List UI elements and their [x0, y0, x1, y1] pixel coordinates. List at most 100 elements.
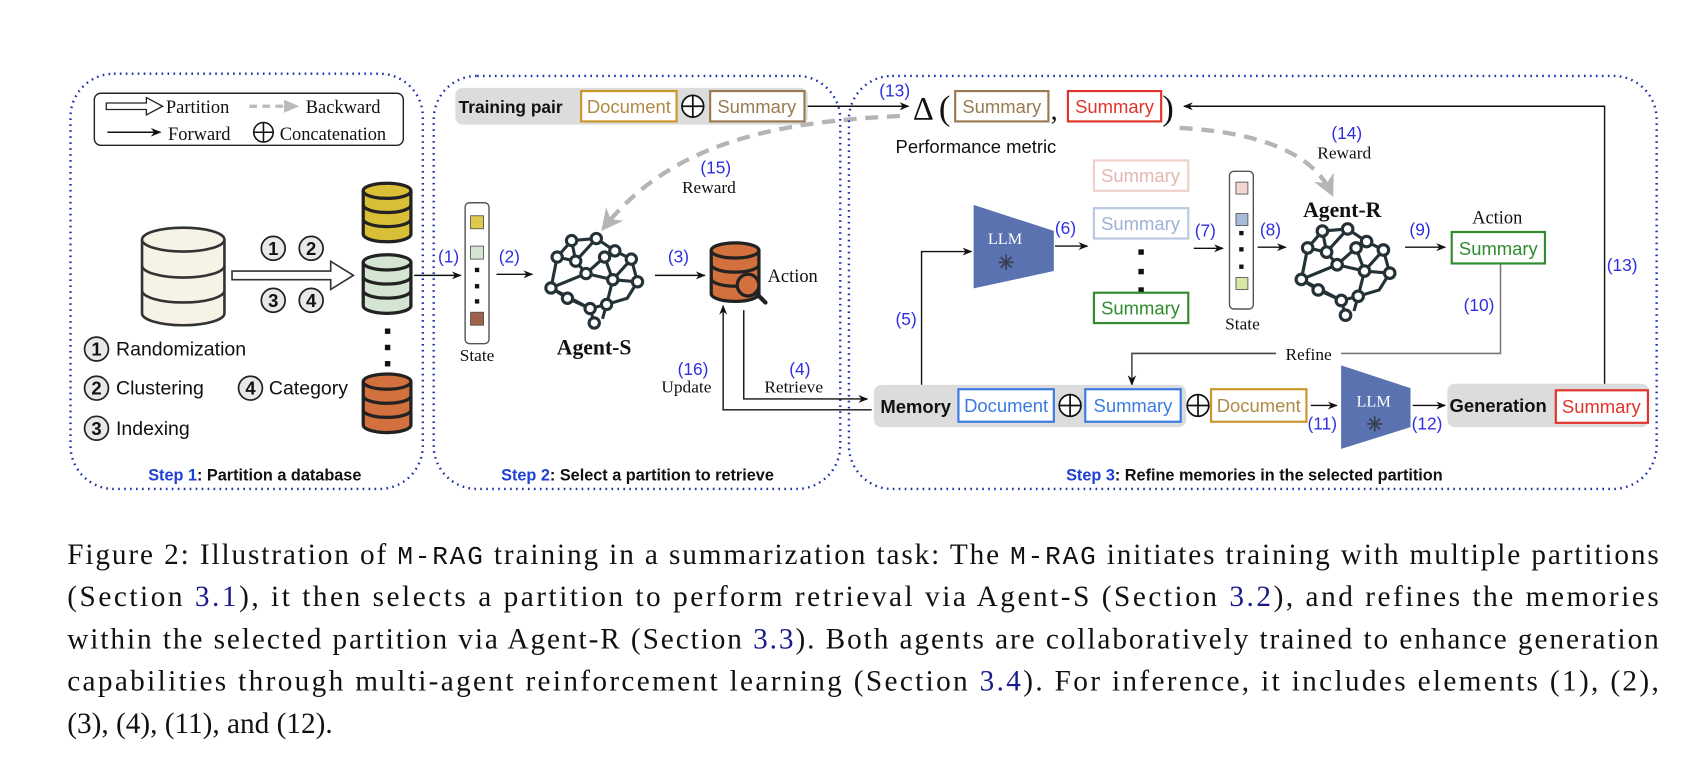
label-n12: (12): [1412, 413, 1443, 433]
state-vector-s: [464, 202, 490, 345]
label-n1: (1): [438, 246, 459, 266]
label-n5: (5): [896, 309, 917, 329]
training-document: Document: [587, 96, 671, 117]
performance-metric: Δ ( Summary , Summary ): [913, 88, 1174, 127]
caption-text: ), and refines the memories: [1274, 581, 1659, 613]
label-n15: (15): [700, 157, 731, 177]
svg-text:3: 3: [91, 418, 101, 439]
method-clustering-label: Clustering: [116, 378, 204, 400]
label-n16: (16): [678, 359, 709, 379]
partition-db-green-icon: [361, 253, 413, 315]
method-category-label: Category: [269, 378, 348, 400]
delta-symbol: Δ: [913, 91, 934, 127]
svg-text:,: ,: [1051, 95, 1058, 126]
partition-arrow: [231, 259, 356, 291]
llm-label-top: LLM: [988, 230, 1022, 248]
caption-line: (Section 3.1), it then selects a partiti…: [67, 581, 1659, 613]
caption-text: ). Both agents are collaboratively train…: [795, 623, 1659, 655]
generation-block: Generation Summary: [1447, 383, 1650, 428]
section-reference-link[interactable]: 3.1: [195, 581, 237, 613]
method-badge-4-text: 4: [306, 290, 317, 311]
memory-label: Memory: [880, 396, 951, 417]
retrieve-label: Retrieve: [764, 377, 823, 396]
arrow-10-refine: [1127, 352, 1277, 386]
database-icon: [140, 226, 226, 327]
figure-2: Partition Backward Forward Concatenation…: [67, 72, 1659, 740]
metric-summary-generated: Summary: [1075, 96, 1155, 117]
method-badge-3-text: 3: [268, 290, 278, 311]
legend-backward: Backward: [306, 97, 381, 117]
step1-title: Step 1: Partition a database: [148, 466, 361, 484]
caption-text: capabilities through multi-agent reinfor…: [67, 666, 977, 698]
svg-text:(: (: [939, 88, 951, 127]
reward-label-s: Reward: [682, 178, 736, 197]
method-indexing-label: Indexing: [116, 418, 190, 440]
label-n2: (2): [499, 246, 520, 266]
training-pair: Training pair Document Summary: [455, 87, 808, 125]
agent-r-network-icon: [1294, 222, 1397, 323]
concatenation-icon: [252, 121, 275, 143]
concatenation-icon: [1186, 393, 1210, 418]
generation-summary: Summary: [1562, 396, 1642, 417]
generation-label: Generation: [1450, 395, 1547, 416]
label-n14: (14): [1331, 123, 1362, 143]
legend-concatenation: Concatenation: [280, 124, 386, 144]
caption-text: (3), (4), (11), and (12).: [67, 708, 332, 740]
label-n3: (3): [668, 246, 689, 266]
legend-forward: Forward: [168, 124, 230, 144]
memory-document: Document: [964, 395, 1048, 416]
method-randomization: 1 Randomization: [83, 336, 246, 362]
partition-db-orange-icon: [361, 372, 413, 435]
candidate-summary-1: Summary: [1101, 165, 1181, 186]
agent-r-label: Agent-R: [1303, 198, 1382, 222]
training-pair-label: Training pair: [459, 97, 563, 117]
metric-summary-reference: Summary: [962, 96, 1042, 117]
caption-line: Figure 2: Illustration of M-RAG training…: [67, 539, 1659, 572]
action-label-s: Action: [768, 266, 818, 286]
llm-generator: LLM: [973, 204, 1054, 289]
candidate-summaries: Summary Summary Summary: [1092, 159, 1190, 325]
svg-text:1: 1: [91, 339, 101, 360]
caption-line: within the selected partition via Agent-…: [67, 623, 1659, 655]
label-n10: (10): [1464, 295, 1495, 315]
agent-s-label: Agent-S: [557, 336, 632, 360]
figure-caption: Figure 2: Illustration of M-RAG training…: [67, 539, 1659, 740]
caption-text: (Section: [67, 581, 192, 613]
agent-s-network-icon: [544, 231, 645, 330]
label-n11: (11): [1308, 413, 1338, 433]
legend-partition: Partition: [166, 97, 229, 117]
arrow-15-reward: [601, 113, 900, 232]
memory-summary: Summary: [1094, 395, 1174, 416]
candidate-summary-2: Summary: [1101, 213, 1181, 234]
candidate-summary-n: Summary: [1101, 297, 1181, 318]
svg-text:): ): [1162, 88, 1174, 127]
caption-text: ), it then selects a partition to perfor…: [239, 581, 1227, 613]
performance-metric-label: Performance metric: [896, 136, 1057, 157]
concatenation-icon: [1058, 393, 1082, 418]
state-vector-r: [1228, 170, 1255, 310]
frozen-snowflake-icon: [997, 253, 1015, 271]
caption-code: M-RAG: [397, 542, 483, 572]
caption-text: initiates training with multiple partiti…: [1098, 539, 1659, 571]
llm-label-bottom: LLM: [1357, 393, 1391, 411]
step3-title: Step 3: Refine memories in the selected …: [1066, 466, 1443, 484]
svg-text:2: 2: [91, 378, 101, 399]
section-reference-link[interactable]: 3.4: [980, 666, 1022, 698]
svg-text:4: 4: [245, 378, 256, 399]
method-indexing: 3 Indexing: [83, 415, 190, 442]
label-n13b: (13): [1607, 255, 1638, 275]
training-summary: Summary: [717, 96, 797, 117]
label-n7: (7): [1195, 220, 1216, 240]
caption-text: training in a summarization task: The: [485, 539, 1009, 571]
method-category: 4 Category: [237, 375, 348, 401]
method-badge-2-text: 2: [306, 238, 316, 259]
concatenation-icon: [681, 94, 705, 118]
state-label-r: State: [1225, 315, 1260, 334]
reward-label-r: Reward: [1317, 143, 1371, 162]
refine-label: Refine: [1286, 345, 1332, 364]
section-reference-link[interactable]: 3.3: [753, 623, 793, 655]
section-reference-link[interactable]: 3.2: [1229, 581, 1271, 613]
caption-line: (3), (4), (11), and (12).: [67, 708, 332, 740]
input-document: Document: [1217, 395, 1301, 416]
label-n9: (9): [1409, 219, 1430, 239]
